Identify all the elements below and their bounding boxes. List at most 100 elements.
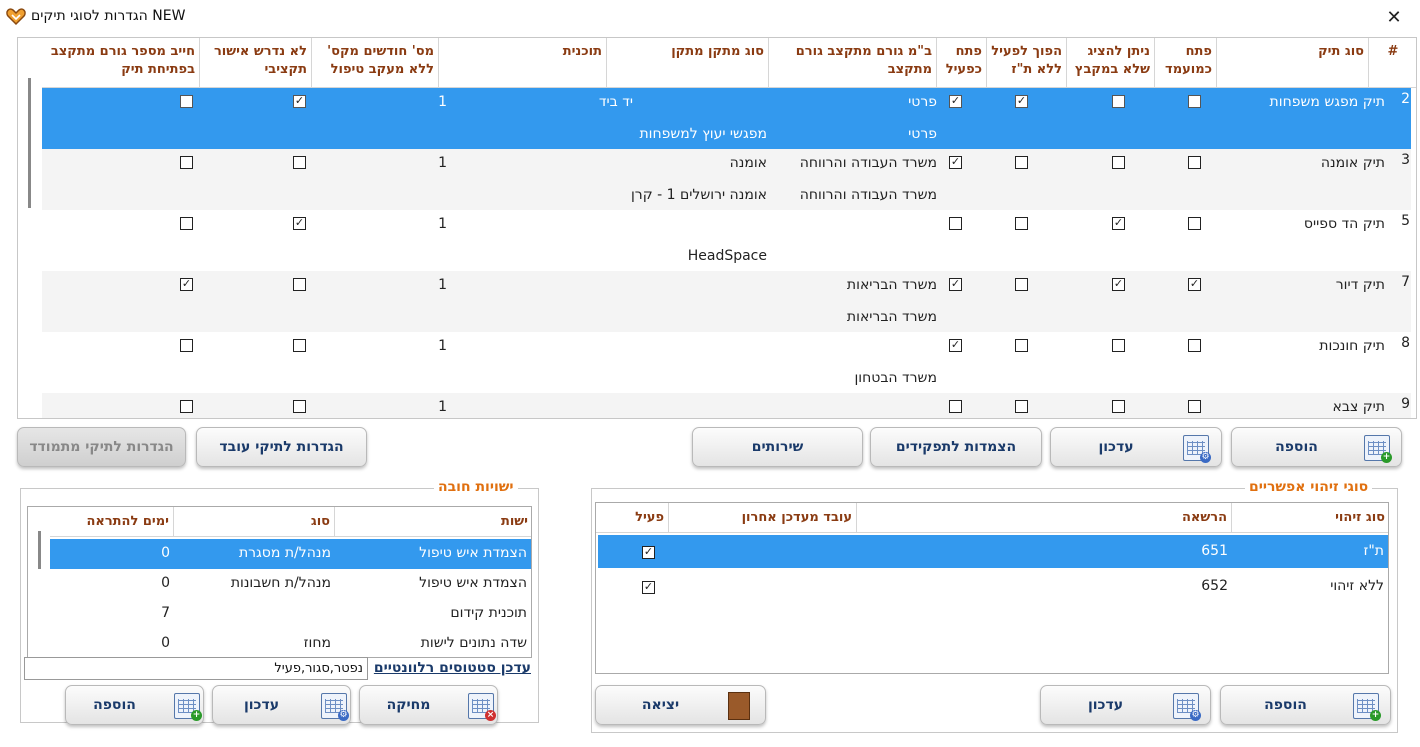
no-budget-checkbox[interactable] <box>293 339 306 352</box>
open-active-checkbox[interactable] <box>949 217 962 230</box>
no-budget-checkbox[interactable] <box>293 217 306 230</box>
col-header-no-bundle[interactable]: ניתן להציג שלא במקבץ <box>1067 38 1155 88</box>
open-active-checkbox[interactable] <box>949 95 962 108</box>
statuses-field[interactable]: נפטר,סגור,פעיל <box>24 657 368 680</box>
update-statuses-link[interactable]: עדכן סטטוסים רלוונטיים <box>369 660 531 676</box>
col-header-case-type[interactable]: סוג תיק <box>1217 38 1369 88</box>
ongoing-case-settings-button[interactable]: הגדרות לתיקי מתמודד <box>17 427 186 467</box>
funder-secondary: פרטי <box>908 126 937 142</box>
worker-case-settings-button[interactable]: הגדרות לתיקי עובד <box>196 427 367 467</box>
funder-required-checkbox[interactable] <box>180 217 193 230</box>
col-header-num[interactable]: # <box>1369 38 1416 88</box>
table-row[interactable]: הצמדת איש טיפול מנהל/ת מסגרת 0 <box>50 539 531 569</box>
open-active-checkbox[interactable] <box>949 156 962 169</box>
open-active-checkbox[interactable] <box>949 400 962 413</box>
col-header-entity[interactable]: ישות <box>335 507 531 537</box>
col-header-last-updater[interactable]: עובד מעדכן אחרון <box>669 503 857 533</box>
entity-name: הצמדת איש טיפול <box>419 545 527 561</box>
no-budget-checkbox[interactable] <box>293 278 306 291</box>
candidate-checkbox[interactable] <box>1188 400 1201 413</box>
update-id-type-button[interactable]: ⚙ עדכון <box>1040 685 1211 725</box>
id-active-checkbox[interactable] <box>642 581 655 594</box>
col-header-days[interactable]: ימים להתראה <box>50 507 174 537</box>
id-active-checkbox[interactable] <box>642 546 655 559</box>
table-row[interactable]: תוכנית קידום 7 <box>50 599 531 629</box>
col-header-program[interactable]: תוכנית <box>439 38 607 88</box>
table-row[interactable]: הצמדת איש טיפול מנהל/ת חשבונות 0 <box>50 569 531 599</box>
table-row[interactable]: 5 תיק הד ספייס HeadSpace 1 <box>42 210 1411 271</box>
grid-scrollbar[interactable] <box>28 78 31 208</box>
table-row[interactable]: ת"ז 651 <box>598 535 1388 568</box>
no-budget-checkbox[interactable] <box>293 95 306 108</box>
add-id-type-button[interactable]: + הוספה <box>1220 685 1391 725</box>
table-row[interactable]: 8 תיק חונכות משרד הבטחון 1 <box>42 332 1411 393</box>
col-header-id-type[interactable]: סוג זיהוי <box>1232 503 1388 533</box>
col-header-open-active[interactable]: פתח כפעיל <box>937 38 987 88</box>
col-header-candidate[interactable]: פתח כמועמד <box>1155 38 1217 88</box>
col-header-active-no-id[interactable]: הפוך לפעיל ללא ת"ז <box>987 38 1067 88</box>
active-no-id-checkbox[interactable] <box>1015 278 1028 291</box>
active-no-id-checkbox[interactable] <box>1015 400 1028 413</box>
no-bundle-checkbox[interactable] <box>1112 95 1125 108</box>
col-header-months[interactable]: מס' חודשים מקס' ללא מעקב טיפול <box>312 38 439 88</box>
case-type: תיק חונכות <box>1319 338 1385 354</box>
required-entities-title: ישויות חובה <box>434 479 518 495</box>
no-bundle-checkbox[interactable] <box>1112 339 1125 352</box>
funder-required-checkbox[interactable] <box>180 400 193 413</box>
no-budget-checkbox[interactable] <box>293 400 306 413</box>
funder-required-checkbox[interactable] <box>180 339 193 352</box>
exit-button[interactable]: יציאה <box>595 685 766 725</box>
candidate-checkbox[interactable] <box>1188 278 1201 291</box>
close-icon[interactable]: ✕ <box>1380 4 1408 30</box>
active-no-id-checkbox[interactable] <box>1015 217 1028 230</box>
no-bundle-checkbox[interactable] <box>1112 400 1125 413</box>
funder-primary: משרד הבריאות <box>846 277 937 293</box>
table-row[interactable]: 7 תיק דיור משרד הבריאות משרד הבריאות 1 <box>42 271 1411 332</box>
table-row[interactable]: 9 תיק צבא 1 <box>42 393 1411 418</box>
active-no-id-checkbox[interactable] <box>1015 156 1028 169</box>
add-entity-button[interactable]: + הוספה <box>65 685 204 725</box>
candidate-checkbox[interactable] <box>1188 217 1201 230</box>
no-bundle-checkbox[interactable] <box>1112 278 1125 291</box>
funder-secondary: משרד העבודה והרווחה <box>799 187 937 203</box>
no-bundle-checkbox[interactable] <box>1112 156 1125 169</box>
open-active-checkbox[interactable] <box>949 278 962 291</box>
delete-entity-button[interactable]: × מחיקה <box>359 685 498 725</box>
col-header-facility[interactable]: סוג מתקן מתקן <box>607 38 769 88</box>
case-types-grid: חייב מספר גורם מתקצב בפתיחת תיק לא נדרש … <box>17 37 1417 419</box>
role-assignments-button[interactable]: הצמדות לתפקידים <box>870 427 1042 467</box>
candidate-checkbox[interactable] <box>1188 95 1201 108</box>
active-no-id-checkbox[interactable] <box>1015 95 1028 108</box>
funder-required-checkbox[interactable] <box>180 278 193 291</box>
col-header-funder[interactable]: ב"מ גורם מתקצב גורם מתקצב <box>769 38 937 88</box>
table-row[interactable]: ללא זיהוי 652 <box>598 570 1388 603</box>
col-header-permission[interactable]: הרשאה <box>857 503 1232 533</box>
active-no-id-checkbox[interactable] <box>1015 339 1028 352</box>
candidate-checkbox[interactable] <box>1188 339 1201 352</box>
candidate-checkbox[interactable] <box>1188 156 1201 169</box>
col-header-no-budget[interactable]: לא נדרש אישור תקציבי <box>200 38 312 88</box>
max-months: 1 <box>438 277 447 293</box>
funder-required-checkbox[interactable] <box>180 95 193 108</box>
no-bundle-checkbox[interactable] <box>1112 217 1125 230</box>
max-months: 1 <box>438 94 447 110</box>
exit-door-icon <box>728 692 750 720</box>
update-case-type-button[interactable]: ⚙ עדכון <box>1050 427 1222 467</box>
open-active-checkbox[interactable] <box>949 339 962 352</box>
no-budget-checkbox[interactable] <box>293 156 306 169</box>
col-header-funder-required[interactable]: חייב מספר גורם מתקצב בפתיחת תיק <box>42 38 200 88</box>
col-header-active[interactable]: פעיל <box>596 503 669 533</box>
add-case-type-button[interactable]: + הוספה <box>1231 427 1402 467</box>
table-row[interactable]: 2 תיק מפגש משפחות פרטי פרטי מפגשי יעוץ למשפח… <box>42 88 1411 149</box>
col-header-entity-type[interactable]: סוג <box>174 507 335 537</box>
funder-required-checkbox[interactable] <box>180 156 193 169</box>
update-entity-button[interactable]: ⚙ עדכון <box>212 685 351 725</box>
heart-logo-icon <box>6 8 26 26</box>
table-row[interactable]: שדה נתונים לישות מחוז 0 <box>50 629 531 657</box>
services-button[interactable]: שירותים <box>692 427 863 467</box>
table-row[interactable]: 3 תיק אומנה משרד העבודה והרווחה משרד העבודה… <box>42 149 1411 210</box>
entity-type: מנהל/ת חשבונות <box>230 575 331 591</box>
title-bar: הגדרות לסוגי תיקים NEW ✕ <box>0 0 1420 34</box>
funder-secondary: משרד הבריאות <box>846 309 937 325</box>
entities-scrollbar[interactable] <box>38 531 41 569</box>
